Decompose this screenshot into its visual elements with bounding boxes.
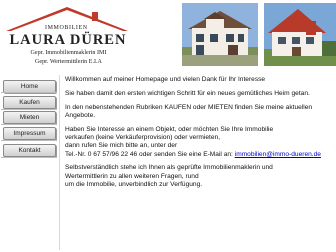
contact-line-1: Haben Sie Interesse an einem Objekt, ode…: [65, 125, 274, 133]
logo-subtitle-1: Gepr. Immobilienmaklerin IMI: [30, 50, 107, 56]
contact-line-3: dann rufen Sie mich bitte an, unter der: [65, 142, 178, 150]
nav-divider: [1, 92, 57, 93]
main-content: Willkommen auf meiner Homepage und viele…: [65, 76, 333, 195]
closing-line-1: Selbstverständlich stehe ich Ihnen als g…: [65, 164, 273, 172]
contact-paragraph: Haben Sie Interesse an einem Objekt, ode…: [65, 126, 333, 159]
closing-line-2: Wertermittlerin zu allen weiteren Fragen…: [65, 172, 199, 180]
closing-paragraph: Selbstverständlich stehe ich Ihnen als g…: [65, 164, 333, 189]
nav-divider: [1, 109, 57, 110]
offers-text: In den nebenstehenden Rubriken KAUFEN od…: [65, 103, 313, 119]
contact-line-4: Tel.-Nr. 0 67 57/96 22 46 oder senden Si…: [65, 150, 233, 158]
contact-line-2: verkaufen (keine Verkäuferprovision) ode…: [65, 133, 221, 141]
vertical-divider: [59, 75, 60, 250]
intro-text: Sie haben damit den ersten wichtigen Sch…: [65, 89, 310, 97]
closing-line-3: um die Immobilie, unverbindlich zur Verf…: [65, 180, 203, 188]
nav-mieten-button[interactable]: Mieten: [3, 111, 56, 124]
page-header: IMMOBILIEN LAURA DÜREN Gepr. Immobilienm…: [0, 0, 336, 74]
logo-title: LAURA DÜREN: [9, 32, 127, 48]
logo-subtitle-2: Gepr. Wertermittlerin E.I.A: [35, 59, 102, 65]
house-photo-1: [182, 3, 258, 66]
welcome-text: Willkommen auf meiner Homepage und viele…: [65, 76, 266, 83]
logo-tagline: IMMOBILIEN: [45, 25, 88, 31]
nav-divider: [1, 140, 57, 141]
email-link[interactable]: immobilien@immo-dueren.de: [235, 151, 321, 158]
company-logo: IMMOBILIEN LAURA DÜREN Gepr. Immobilienm…: [2, 4, 132, 70]
nav-kaufen-button[interactable]: Kaufen: [3, 96, 56, 109]
nav-kontakt-button[interactable]: Kontakt: [3, 144, 56, 157]
nav-impressum-button[interactable]: Impressum: [3, 127, 56, 140]
nav-divider: [1, 124, 57, 125]
nav-divider: [1, 157, 57, 158]
house-photo-2: [264, 3, 336, 66]
